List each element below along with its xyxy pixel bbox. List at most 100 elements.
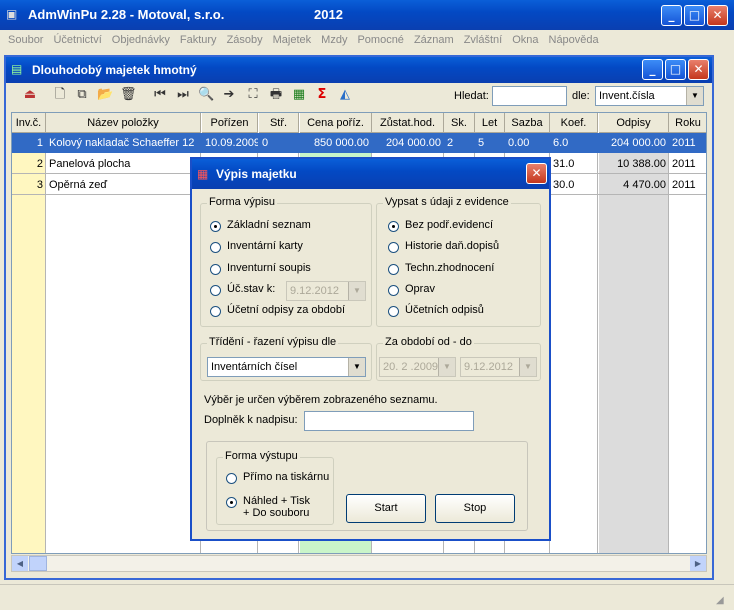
- menu-item[interactable]: Objednávky: [112, 34, 170, 46]
- menu-item[interactable]: Zvláštní: [464, 34, 503, 46]
- radio-button[interactable]: [210, 221, 221, 232]
- doplnek-input[interactable]: [304, 411, 474, 431]
- menu-item[interactable]: Okna: [512, 34, 538, 46]
- radio-button[interactable]: [388, 285, 399, 296]
- radio-label[interactable]: Účetní odpisy za období: [227, 304, 345, 316]
- last-record-icon[interactable]: ⏭: [175, 87, 191, 103]
- radio-label[interactable]: Inventurní soupis: [227, 262, 311, 274]
- trideni-legend: Třídění - řazení výpisu dle: [207, 336, 339, 348]
- radio-label[interactable]: Účetních odpisů: [405, 304, 484, 316]
- print-icon[interactable]: 🖶: [268, 87, 284, 103]
- column-header[interactable]: Koef.: [550, 113, 598, 133]
- menu-item[interactable]: Účetnictví: [53, 34, 101, 46]
- dialog-close-button[interactable]: ✕: [526, 163, 547, 184]
- minimize-button[interactable]: _: [661, 5, 682, 26]
- excel-icon[interactable]: ▦: [291, 87, 307, 103]
- column-header[interactable]: Inv.č.: [12, 113, 46, 133]
- chart-icon[interactable]: ◭: [337, 87, 353, 103]
- radio-label[interactable]: Přímo na tiskárnu: [243, 471, 329, 483]
- column-header[interactable]: Cena poříz.: [300, 113, 372, 133]
- delete-icon[interactable]: 🗑: [120, 87, 137, 103]
- search-by-select[interactable]: Invent.čísla ▼: [595, 86, 704, 106]
- maximize-button[interactable]: □: [684, 5, 705, 26]
- app-icon: ▣: [6, 7, 18, 21]
- child-minimize-button[interactable]: _: [642, 59, 663, 80]
- radio-label[interactable]: Náhled + Tisk + Do souboru: [243, 495, 310, 519]
- column-header[interactable]: Pořízen: [202, 113, 258, 133]
- table-cell: Opěrná zeď: [49, 179, 108, 191]
- column-header[interactable]: Sk.: [444, 113, 475, 133]
- menu-item[interactable]: Nápověda: [549, 34, 599, 46]
- dle-label: dle:: [572, 90, 590, 102]
- column-header[interactable]: Roku: [669, 113, 706, 133]
- open-icon[interactable]: 📂: [97, 87, 113, 103]
- goto-icon[interactable]: ➔: [221, 87, 237, 103]
- menu-item[interactable]: Zásoby: [227, 34, 263, 46]
- chevron-down-icon[interactable]: ▼: [348, 358, 365, 376]
- table-cell: 2: [36, 158, 43, 170]
- table-cell: 31.0: [553, 158, 575, 170]
- column-header[interactable]: Název položky: [46, 113, 201, 133]
- scroll-left-icon[interactable]: ◀: [12, 556, 28, 571]
- radio-label[interactable]: Historie daň.dopisů: [405, 240, 499, 252]
- start-button[interactable]: Start: [346, 494, 426, 523]
- chevron-down-icon[interactable]: ▼: [686, 87, 703, 105]
- search-input[interactable]: [492, 86, 567, 106]
- close-button[interactable]: ✕: [707, 5, 728, 26]
- app-year: 2012: [314, 7, 343, 22]
- radio-label[interactable]: Techn.zhodnocení: [405, 262, 494, 274]
- column-header[interactable]: Zůstat.hod.: [372, 113, 444, 133]
- child-maximize-button[interactable]: □: [665, 59, 686, 80]
- dialog-title-bar: ▦ Výpis majetku ✕: [192, 159, 549, 189]
- table-row[interactable]: 1 Kolový nakladač Schaeffer 12 10.09.2009 0…: [12, 133, 706, 153]
- menu-item[interactable]: Soubor: [8, 34, 43, 46]
- radio-button[interactable]: [226, 473, 237, 484]
- table-cell: 0.00: [508, 137, 530, 149]
- radio-button[interactable]: [226, 497, 237, 508]
- table-cell: 30.0: [553, 179, 575, 191]
- stop-button[interactable]: Stop: [435, 494, 515, 523]
- stav-date-value: 9.12.2012: [290, 285, 339, 297]
- obdobi-from-select: 20. 2 .2009 ▼: [379, 357, 456, 377]
- radio-label[interactable]: Inventární karty: [227, 240, 303, 252]
- find-icon[interactable]: 🔍: [198, 87, 214, 103]
- new-icon[interactable]: 🗋: [52, 87, 68, 103]
- resize-grip-icon[interactable]: ◢: [716, 595, 724, 606]
- scroll-thumb[interactable]: [29, 556, 47, 571]
- radio-button[interactable]: [388, 306, 399, 317]
- column-header[interactable]: Odpisy: [599, 113, 669, 133]
- menu-item[interactable]: Záznam: [414, 34, 454, 46]
- radio-button[interactable]: [388, 242, 399, 253]
- exit-icon[interactable]: ⏏: [22, 87, 38, 103]
- radio-button[interactable]: [210, 242, 221, 253]
- radio-button[interactable]: [388, 264, 399, 275]
- trideni-select[interactable]: Inventárních čísel ▼: [207, 357, 366, 377]
- select-icon[interactable]: ⛶: [245, 87, 261, 103]
- radio-label[interactable]: Úč.stav k:: [227, 283, 275, 295]
- column-header[interactable]: Let: [475, 113, 505, 133]
- radio-label[interactable]: Oprav: [405, 283, 435, 295]
- table-cell: 2: [447, 137, 454, 149]
- table-cell: 10.09.2009: [205, 137, 258, 149]
- scroll-right-icon[interactable]: ▶: [690, 556, 706, 571]
- sum-icon[interactable]: Σ: [314, 87, 330, 103]
- child-close-button[interactable]: ✕: [688, 59, 709, 80]
- column-header[interactable]: Sazba: [505, 113, 550, 133]
- first-record-icon[interactable]: ⏮: [152, 87, 168, 103]
- menu-item[interactable]: Majetek: [273, 34, 312, 46]
- column-header[interactable]: Stř.: [259, 113, 299, 133]
- copy-icon[interactable]: ⧉: [74, 87, 90, 103]
- radio-button[interactable]: [210, 264, 221, 275]
- menu-item[interactable]: Mzdy: [321, 34, 347, 46]
- dialog-title: Výpis majetku: [216, 167, 297, 181]
- radio-button[interactable]: [388, 221, 399, 232]
- menu-item[interactable]: Faktury: [180, 34, 217, 46]
- radio-button[interactable]: [210, 285, 221, 296]
- table-cell: 2011: [672, 137, 696, 149]
- radio-label[interactable]: Bez podř.evidencí: [405, 219, 493, 231]
- horizontal-scrollbar[interactable]: ◀ ▶: [11, 555, 707, 572]
- table-cell: 850 000.00: [313, 137, 369, 149]
- radio-button[interactable]: [210, 306, 221, 317]
- radio-label[interactable]: Základní seznam: [227, 219, 311, 231]
- menu-item[interactable]: Pomocné: [357, 34, 403, 46]
